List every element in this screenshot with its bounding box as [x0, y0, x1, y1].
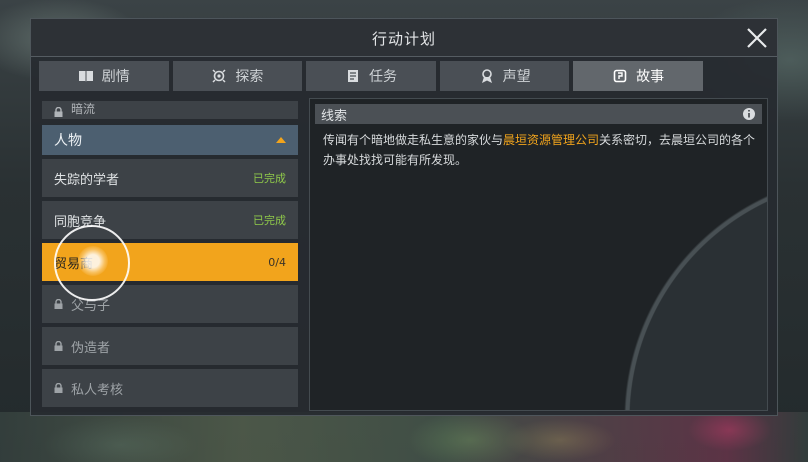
- story-icon: [613, 69, 627, 83]
- task-icon: [347, 70, 358, 82]
- list-item-label: 伪造者: [71, 340, 111, 356]
- status-completed: 已完成: [253, 214, 286, 227]
- book-icon: [78, 71, 93, 82]
- list-item-compatriot-rivalry[interactable]: 同胞竞争 已完成: [42, 201, 298, 239]
- tab-label: 声望: [502, 69, 531, 85]
- list-item-father-and-son[interactable]: 父与子: [42, 285, 298, 323]
- list-item-trader[interactable]: 贸易商 0/4: [42, 243, 298, 281]
- tab-label: 剧情: [101, 69, 130, 85]
- tab-label: 任务: [368, 69, 397, 85]
- clue-heading: 线索: [321, 108, 348, 124]
- clue-header: 线索: [315, 104, 762, 124]
- lock-icon: [54, 107, 63, 117]
- list-item-partial[interactable]: 暗流: [42, 101, 298, 119]
- tab-story[interactable]: 故事: [573, 61, 703, 91]
- story-list: 暗流 人物 失踪的学者 已完成 同胞竞争 已完成 贸易商 0/4 父与子 伪造者…: [42, 101, 298, 411]
- title-bar: 行动计划: [31, 19, 777, 57]
- list-item-label: 贸易商: [54, 256, 94, 272]
- list-item-label: 失踪的学者: [54, 172, 120, 188]
- lock-icon: [54, 383, 63, 393]
- list-item-private-assessment[interactable]: 私人考核: [42, 369, 298, 407]
- reputation-icon: [481, 69, 492, 83]
- explore-icon: [212, 69, 226, 83]
- tab-bar: 剧情 探索 任务 声望 故事: [39, 61, 703, 91]
- close-icon: [747, 28, 767, 48]
- info-icon[interactable]: [742, 107, 756, 121]
- caret-up-icon: [276, 137, 286, 143]
- list-item-label: 暗流: [71, 102, 96, 116]
- category-header-people[interactable]: 人物: [42, 125, 298, 155]
- clue-description: 传闻有个暗地做走私生意的家伙与晨垣资源管理公司关系密切，去晨垣公司的各个办事处找…: [323, 130, 763, 170]
- panel-title: 行动计划: [371, 30, 436, 48]
- category-label: 人物: [54, 133, 82, 149]
- clue-panel: 线索 传闻有个暗地做走私生意的家伙与晨垣资源管理公司关系密切，去晨垣公司的各个办…: [309, 98, 768, 411]
- tab-label: 故事: [636, 69, 665, 85]
- list-item-forger[interactable]: 伪造者: [42, 327, 298, 365]
- tab-explore[interactable]: 探索: [172, 61, 303, 91]
- action-plan-panel: 行动计划 剧情 探索 任务 声望 故事 暗流 人物 失踪的学者 已完成 同胞竞争…: [30, 18, 778, 416]
- list-item-missing-scholar[interactable]: 失踪的学者 已完成: [42, 159, 298, 197]
- list-item-label: 同胞竞争: [54, 214, 107, 230]
- lock-icon: [54, 299, 63, 309]
- tab-story-mode[interactable]: 剧情: [39, 61, 169, 91]
- list-item-label: 父与子: [71, 298, 111, 314]
- close-button[interactable]: [745, 26, 769, 50]
- tab-label: 探索: [235, 69, 264, 85]
- tab-tasks[interactable]: 任务: [306, 61, 436, 91]
- clue-highlight: 晨垣资源管理公司: [503, 133, 600, 147]
- list-item-label: 私人考核: [71, 382, 124, 398]
- status-completed: 已完成: [253, 172, 286, 185]
- progress-count: 0/4: [268, 255, 286, 269]
- lock-icon: [54, 341, 63, 351]
- clue-text-before: 传闻有个暗地做走私生意的家伙与: [323, 133, 504, 147]
- tab-reputation[interactable]: 声望: [439, 61, 570, 91]
